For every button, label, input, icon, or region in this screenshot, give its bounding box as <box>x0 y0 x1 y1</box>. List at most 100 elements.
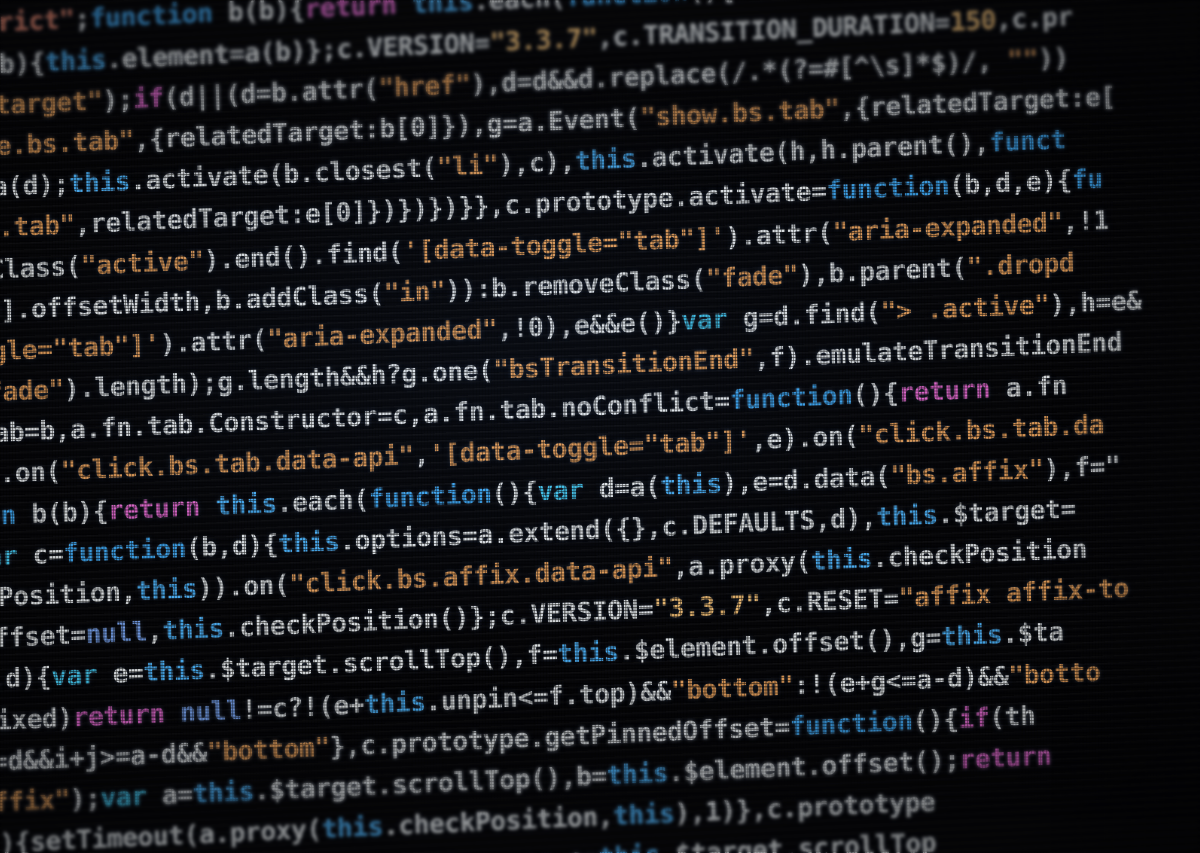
code-token-plain: )) <box>1037 42 1070 75</box>
code-token-str: "aria-expanded" <box>832 206 1064 248</box>
code-token-ret: return <box>107 491 201 527</box>
code-token-num: 150 <box>949 4 997 38</box>
code-token-str: "affix affix-to <box>898 573 1130 615</box>
code-token-plain: ),f=" <box>1043 450 1121 485</box>
code-token-ret: return <box>72 698 166 734</box>
code-token-this: this <box>192 776 255 810</box>
code-token-plain: (){ <box>491 476 539 510</box>
code-token-plain: ); <box>69 783 102 816</box>
code-token-plain: (a,b,c,d){ <box>0 662 52 700</box>
code-token-num: "3.3.7" <box>652 589 762 626</box>
code-token-str: "click.bs.tab.da <box>858 410 1105 452</box>
code-token-plain: , <box>413 440 430 472</box>
code-token-this: this <box>810 543 873 578</box>
code-token-str: "shown.bs.tab" <box>0 209 76 251</box>
code-token-this: this <box>598 840 660 853</box>
code-token-plain: :!(e+g<=a-d)&& <box>793 660 1009 701</box>
code-token-str: "target" <box>0 85 103 122</box>
code-token-this: this <box>44 44 107 78</box>
code-token-plain: ),h=e& <box>1049 285 1143 321</box>
code-token-plain: c= <box>16 538 64 572</box>
code-token-plain: ; <box>74 4 91 36</box>
code-token-str: "bottom" <box>670 670 795 707</box>
code-token-str: "fade" <box>705 259 799 295</box>
code-token-this: this <box>606 757 669 792</box>
code-token-plain: e= <box>96 658 144 691</box>
code-token-kw: function <box>789 706 914 743</box>
code-token-plain: h=a(d); <box>0 169 70 205</box>
code-token-kw: function <box>62 533 187 570</box>
code-token-plain: .unpin<=f.top)&& <box>425 675 672 718</box>
code-token-plain: a= <box>552 843 600 853</box>
code-token-plain: ),e=d.data( <box>721 460 891 499</box>
code-token-plain: a= <box>146 779 194 812</box>
code-token-str: "active" <box>80 245 205 282</box>
code-token-this: this <box>574 143 637 178</box>
code-token-plain: ); <box>102 84 134 117</box>
code-token-plain: (b){ <box>0 47 46 81</box>
code-token-plain: ,c.RESET= <box>760 583 900 621</box>
code-token-ret: if <box>958 702 990 735</box>
code-token-str: "hide.bs.tab" <box>0 125 135 165</box>
code-token-this: this <box>135 573 198 608</box>
code-token-salmon: "use strict" <box>0 4 75 41</box>
code-token-plain: .pinnedOffset= <box>0 619 87 660</box>
code-token-plain: (b,d){ <box>185 529 279 564</box>
code-token-this: this <box>875 499 939 534</box>
code-token-str: "affix" <box>0 784 71 820</box>
code-token-plain: (b,d,e){ <box>948 165 1073 202</box>
code-token-kw: function <box>729 380 853 417</box>
code-token-plain: (){ <box>852 378 899 412</box>
code-token-plain: d=a( <box>780 0 857 4</box>
monitor-screen-photo: moveClass(n.scrollspy=d,this},a(window).… <box>0 0 1200 853</box>
code-token-plain: (d||(d=b.attr( <box>163 73 379 114</box>
code-token-str: "botto <box>1008 656 1101 692</box>
code-token-plain: ,{relatedTarget:e[ <box>839 81 1117 125</box>
code-token-plain: ).end().find( <box>203 236 404 276</box>
code-token-var: var <box>100 781 148 814</box>
code-token-plain: ,!1 <box>1062 204 1110 238</box>
code-token-var: var <box>680 303 728 337</box>
code-token-var: var <box>506 845 553 853</box>
code-token-plain: b(b){ <box>15 495 109 531</box>
code-token-this: this <box>557 637 620 671</box>
code-token-this: this <box>411 0 474 21</box>
code-token-this: this <box>940 619 1003 654</box>
code-token-ret: return <box>898 374 991 410</box>
code-token-plain: !=d&&i+j>=a-d&& <box>0 737 208 779</box>
code-token-plain: f= <box>526 639 558 672</box>
code-token-plain: )):b.removeClass( <box>444 263 707 307</box>
code-token-str: "" <box>1007 43 1039 76</box>
code-token-ret: if <box>132 82 165 115</box>
code-token-var: var <box>537 474 585 508</box>
code-token-this: this <box>68 166 131 200</box>
code-token-this: this <box>142 655 206 689</box>
code-token-plain: .checkPosition, <box>382 801 614 843</box>
code-token-var: var <box>50 660 98 693</box>
code-token-null: null <box>85 617 148 651</box>
code-token-plain: ,c.pr <box>995 1 1074 36</box>
code-token-var: var <box>734 0 781 6</box>
code-token-plain: (){ <box>688 0 735 8</box>
code-token-plain: a.fn <box>990 370 1068 405</box>
code-token-plain: .$target= <box>937 493 1077 531</box>
code-token-plain: )).on( <box>196 569 290 605</box>
code-token-str: "show.bs.tab" <box>639 93 840 134</box>
code-token-this: this <box>612 798 675 833</box>
code-token-null: null <box>179 694 242 729</box>
code-token-str: "> .active" <box>880 289 1050 328</box>
code-token-plain: ,c.prototype <box>750 787 936 826</box>
code-token-plain: ).attr( <box>724 217 834 253</box>
code-token-plain: ),b.parent( <box>797 252 968 291</box>
code-token-str: ".dropd <box>966 247 1075 283</box>
code-token-plain: g=d.find( <box>727 297 882 335</box>
code-token-var: var <box>0 540 18 574</box>
code-token-str: "bottom" <box>206 732 331 769</box>
code-token-plain: .checkPosition <box>871 534 1088 575</box>
code-token-this: this <box>321 811 384 846</box>
code-token-plain: .each( <box>472 0 566 18</box>
code-token-plain: (th <box>988 700 1036 734</box>
